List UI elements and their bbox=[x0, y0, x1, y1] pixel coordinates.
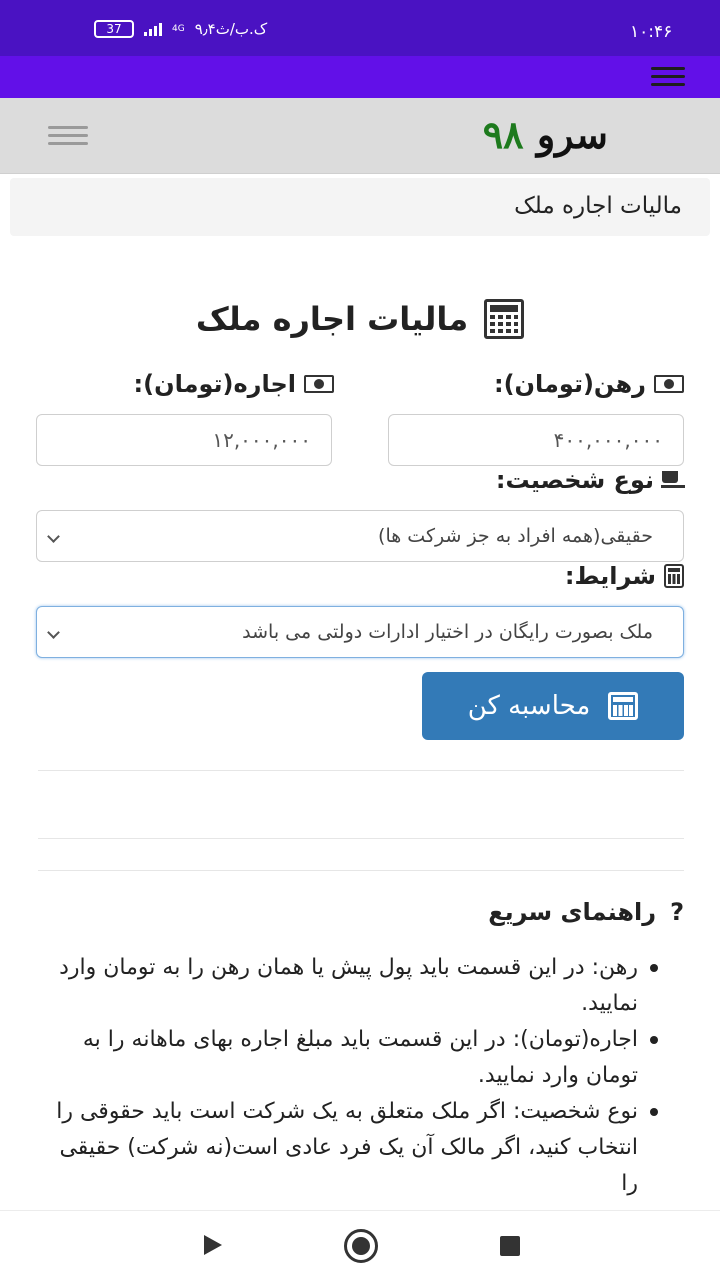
list-item: رهن: در این قسمت باید پول پیش یا همان ره… bbox=[38, 950, 658, 1022]
rent-input[interactable] bbox=[36, 414, 332, 466]
battery-icon: 37 bbox=[94, 20, 134, 38]
deposit-label: رهن(تومان): bbox=[494, 370, 684, 398]
chevron-down-icon bbox=[47, 530, 60, 543]
coffee-icon bbox=[661, 471, 685, 489]
calculate-button[interactable]: محاسبه کن bbox=[422, 672, 684, 740]
breadcrumb: مالیات اجاره ملک bbox=[10, 178, 710, 236]
list-item: نوع شخصیت: اگر ملک متعلق به یک شرکت است … bbox=[38, 1094, 658, 1202]
back-icon[interactable] bbox=[204, 1235, 222, 1255]
recents-icon[interactable] bbox=[500, 1236, 520, 1256]
status-bar: 37 4G ۹٫۴ک.ب/ث ۱۰:۴۶ bbox=[0, 0, 720, 56]
question-icon: ? bbox=[670, 898, 684, 926]
network-type: 4G bbox=[172, 23, 185, 34]
conditions-select[interactable]: ملک بصورت رایگان در اختیار ادارات دولتی … bbox=[36, 606, 684, 658]
status-indicators: 37 4G ۹٫۴ک.ب/ث bbox=[94, 20, 267, 38]
deposit-input[interactable] bbox=[388, 414, 684, 466]
conditions-label: شرایط: bbox=[565, 562, 684, 590]
money-icon bbox=[304, 375, 334, 393]
money-icon bbox=[654, 375, 684, 393]
guide-list: رهن: در این قسمت باید پول پیش یا همان ره… bbox=[38, 950, 658, 1202]
home-icon[interactable] bbox=[344, 1229, 378, 1263]
person-type-label: نوع شخصیت: bbox=[496, 466, 685, 494]
site-logo[interactable]: سرو ۹۸ bbox=[483, 112, 608, 157]
app-menu-icon[interactable] bbox=[651, 67, 685, 87]
data-speed: ۹٫۴ک.ب/ث bbox=[194, 20, 268, 38]
divider bbox=[38, 870, 684, 871]
site-header: سرو ۹۸ bbox=[0, 98, 720, 174]
navigation-bar bbox=[0, 1210, 720, 1280]
person-type-select[interactable]: حقیقی(همه افراد به جز شرکت ها) bbox=[36, 510, 684, 562]
divider bbox=[38, 770, 684, 771]
chevron-down-icon bbox=[47, 626, 60, 639]
site-menu-icon[interactable] bbox=[48, 126, 88, 146]
calculator-icon bbox=[664, 564, 684, 588]
signal-icon bbox=[144, 22, 162, 36]
divider bbox=[38, 838, 684, 839]
page-title: مالیات اجاره ملک bbox=[0, 293, 720, 345]
list-item: اجاره(تومان): در این قسمت باید مبلغ اجار… bbox=[38, 1022, 658, 1094]
guide-title: ? راهنمای سریع bbox=[488, 898, 684, 926]
clock: ۱۰:۴۶ bbox=[630, 22, 673, 42]
rent-label: اجاره(تومان): bbox=[134, 370, 334, 398]
calculator-icon bbox=[608, 692, 639, 720]
calculator-icon bbox=[484, 299, 525, 339]
app-bar bbox=[0, 56, 720, 98]
